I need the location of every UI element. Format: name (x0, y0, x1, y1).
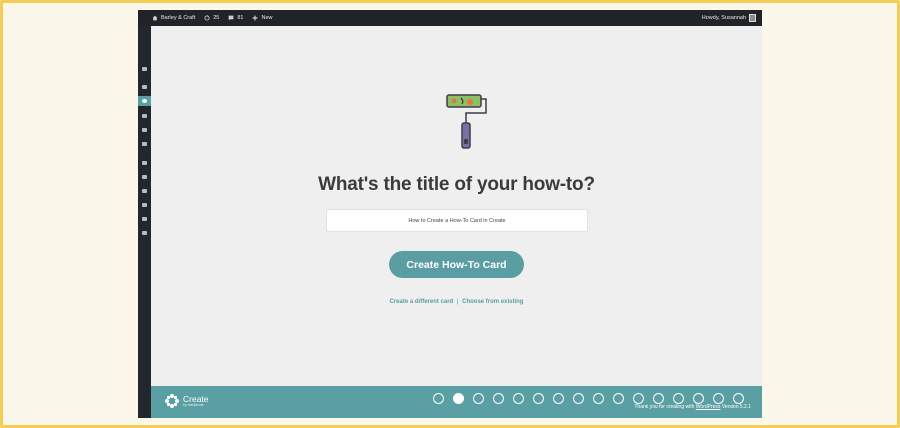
step-dot[interactable] (713, 393, 724, 404)
account-menu[interactable]: Howdy, Susannah (702, 14, 756, 22)
home-icon (152, 15, 158, 21)
step-dot[interactable] (673, 393, 684, 404)
appearance-icon[interactable] (138, 158, 151, 168)
updates-link[interactable]: 25 (204, 15, 219, 21)
footer-thanks: Thank you for creating with WordPress Ve… (634, 404, 751, 410)
create-different-card-link[interactable]: Create a different card (390, 299, 454, 305)
create-logo: Create by mediavine (164, 393, 209, 409)
dashboard-icon[interactable] (138, 64, 151, 74)
step-dot[interactable] (693, 393, 704, 404)
step-dot[interactable] (493, 393, 504, 404)
users-icon[interactable] (138, 186, 151, 196)
settings-icon[interactable] (138, 214, 151, 224)
new-label: New (261, 15, 273, 21)
avatar (749, 14, 756, 22)
comments-link[interactable]: 81 (228, 15, 243, 21)
paint-roller-icon (446, 94, 487, 149)
step-dot[interactable] (633, 393, 644, 404)
collapse-menu-icon[interactable] (138, 228, 151, 238)
app-screen: Barley & Craft 25 81 New Howdy, Susannah (138, 10, 762, 418)
step-dot[interactable] (553, 393, 564, 404)
version-text: Version 5.2.1 (721, 404, 751, 410)
site-name-link[interactable]: Barley & Craft (152, 15, 195, 21)
step-dot[interactable] (453, 393, 464, 404)
step-dot[interactable] (653, 393, 664, 404)
step-dot[interactable] (473, 393, 484, 404)
new-content-link[interactable]: New (252, 15, 273, 21)
choose-existing-link[interactable]: Choose from existing (462, 299, 523, 305)
plus-icon (253, 15, 258, 21)
plugins-icon[interactable] (138, 172, 151, 182)
greeting: Howdy, Susannah (701, 15, 746, 21)
step-dot[interactable] (573, 393, 584, 404)
create-card-panel: What's the title of your how-to? Create … (151, 26, 762, 386)
card-links: Create a different card | Choose from ex… (151, 299, 762, 305)
pages-icon[interactable] (138, 125, 151, 135)
link-separator: | (456, 299, 459, 305)
site-name: Barley & Craft (161, 15, 196, 21)
comments-menu-icon[interactable] (138, 139, 151, 149)
create-flower-icon (165, 394, 179, 408)
updates-icon (204, 15, 210, 21)
howto-title-input[interactable] (326, 209, 588, 232)
comment-icon (228, 15, 234, 21)
step-dot[interactable] (613, 393, 624, 404)
step-dot[interactable] (593, 393, 604, 404)
admin-sidebar (138, 26, 151, 418)
create-menu-icon[interactable] (138, 96, 151, 106)
step-dot[interactable] (433, 393, 444, 404)
admin-bar: Barley & Craft 25 81 New Howdy, Susannah (138, 10, 762, 26)
brand-sub: by mediavine (183, 402, 204, 407)
step-dot[interactable] (513, 393, 524, 404)
wordpress-link[interactable]: WordPress (696, 404, 721, 410)
page-title: What's the title of your how-to? (318, 174, 595, 195)
step-dot[interactable] (533, 393, 544, 404)
comments-count: 81 (237, 15, 244, 21)
posts-pin-icon[interactable] (138, 82, 151, 92)
thanks-prefix: Thank you for creating with (634, 404, 695, 410)
step-dots (433, 393, 753, 404)
create-howto-card-button[interactable]: Create How-To Card (389, 251, 524, 278)
media-icon[interactable] (138, 111, 151, 121)
step-dot[interactable] (733, 393, 744, 404)
tools-icon[interactable] (138, 200, 151, 210)
updates-count: 25 (213, 15, 220, 21)
